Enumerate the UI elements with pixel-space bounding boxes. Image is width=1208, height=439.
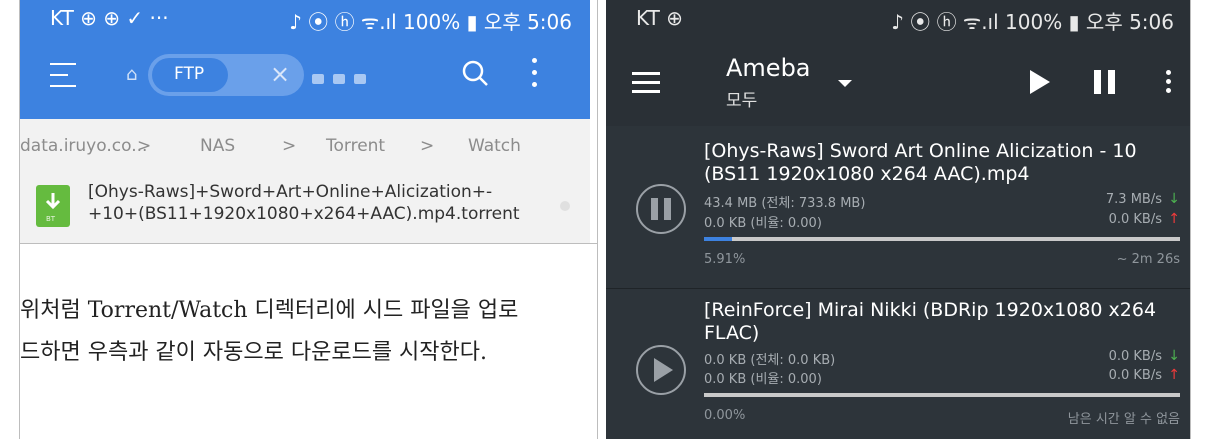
caption-line1: 위처럼 Torrent/Watch 디렉터리에 시드 파일을 업로 xyxy=(20,298,519,323)
eta: 남은 시간 알 수 없음 xyxy=(1067,412,1180,427)
caption-text: 위처럼 Torrent/Watch 디렉터리에 시드 파일을 업로 드하면 우측… xyxy=(20,290,590,374)
status-carrier: KT ⊕ ⊕ ✓ ··· xyxy=(50,6,169,30)
progress-bar xyxy=(704,237,1180,241)
menu-icon[interactable] xyxy=(632,72,660,99)
breadcrumb-item[interactable]: NAS xyxy=(200,136,235,156)
upload-rate: 0.0 KB/s xyxy=(1108,212,1162,227)
more-icon[interactable] xyxy=(1166,70,1171,97)
progress-bar xyxy=(704,393,1180,397)
breadcrumb: data.iruyo.co... > NAS > Torrent > Watch xyxy=(20,119,590,171)
torrent-size: 43.4 MB (전체: 733.8 MB) xyxy=(704,196,866,211)
status-indicators: ♪ ⦿ ⓗ ᯤ.ıl 100% ▮ 오후 5:06 xyxy=(289,10,572,34)
menu-icon[interactable] xyxy=(50,63,76,87)
breadcrumb-item[interactable]: Torrent xyxy=(326,136,385,156)
progress-fill xyxy=(704,237,733,241)
torrent-item[interactable]: [ReinForce] Mirai Nikki (BDRip 1920x1080… xyxy=(606,289,1190,439)
status-indicators: ♪ ⦿ ⓗ ᯤ.ıl 100% ▮ 오후 5:06 xyxy=(891,10,1174,34)
tab-ftp-label: FTP xyxy=(174,64,205,84)
torrent-ratio-row: 0.0 KB (비율: 0.00) 0.0 KB/s ↑ xyxy=(704,367,1180,387)
other-tabs[interactable] xyxy=(312,69,375,88)
close-icon[interactable]: × xyxy=(270,60,290,88)
home-icon[interactable]: ⌂ xyxy=(126,66,144,84)
border-middle xyxy=(597,0,598,439)
file-name-line1: [Ohys-Raws]+Sword+Art+Online+Alicization… xyxy=(88,182,493,202)
progress-percent: 0.00% xyxy=(704,408,746,423)
torrent-item[interactable]: [Ohys-Raws] Sword Art Online Alicization… xyxy=(606,126,1190,288)
torrent-client-screen: KT ⊕ ♪ ⦿ ⓗ ᯤ.ıl 100% ▮ 오후 5:06 Ameba 모두 … xyxy=(606,0,1190,439)
progress-percent: 5.91% xyxy=(704,252,746,267)
more-icon[interactable] xyxy=(532,58,538,90)
breadcrumb-separator: > xyxy=(420,136,435,156)
download-arrow-icon: ↓ xyxy=(1168,191,1180,207)
torrent-ratio-row: 0.0 KB (비율: 0.00) 0.0 KB/s ↑ xyxy=(704,211,1180,231)
download-arrow-icon: ↓ xyxy=(1168,348,1180,364)
breadcrumb-item[interactable]: Watch xyxy=(468,136,521,156)
dropdown-icon[interactable] xyxy=(838,80,852,87)
download-rate: 0.0 KB/s xyxy=(1108,349,1162,364)
torrent-ratio: 0.0 KB (비율: 0.00) xyxy=(704,216,822,231)
file-explorer-screen: KT ⊕ ⊕ ✓ ··· ♪ ⦿ ⓗ ᯤ.ıl 100% ▮ 오후 5:06 ⌂… xyxy=(20,0,590,243)
torrent-name: [Ohys-Raws] Sword Art Online Alicization… xyxy=(704,140,1137,185)
filter-subtitle: 모두 xyxy=(726,91,758,111)
eta: ~ 2m 26s xyxy=(1116,252,1180,267)
torrent-size: 0.0 KB (전체: 0.0 KB) xyxy=(704,353,836,368)
breadcrumb-item[interactable]: data.iruyo.co... xyxy=(20,136,147,156)
torrent-size-row: 0.0 KB (전체: 0.0 KB) 0.0 KB/s ↓ xyxy=(704,348,1180,368)
page-title: Ameba xyxy=(726,54,811,82)
torrent-footer: 0.00% 남은 시간 알 수 없음 xyxy=(704,408,1180,427)
search-icon[interactable] xyxy=(460,58,490,88)
torrent-file-icon: BT xyxy=(36,185,70,227)
caption-line2: 드하면 우측과 같이 자동으로 다운로드를 시작한다. xyxy=(20,340,488,365)
status-bar: KT ⊕ ♪ ⦿ ⓗ ᯤ.ıl 100% ▮ 오후 5:06 xyxy=(606,0,1190,36)
toolbar: ⌂ FTP × xyxy=(20,36,590,119)
status-carrier: KT ⊕ xyxy=(636,6,683,30)
pause-icon xyxy=(651,198,671,220)
toolbar: Ameba 모두 xyxy=(606,36,1190,126)
torrent-ratio: 0.0 KB (비율: 0.00) xyxy=(704,372,822,387)
upload-arrow-icon: ↑ xyxy=(1168,367,1180,383)
play-icon xyxy=(654,358,673,382)
status-bar: KT ⊕ ⊕ ✓ ··· ♪ ⦿ ⓗ ᯤ.ıl 100% ▮ 오후 5:06 xyxy=(20,0,590,36)
torrent-name: [ReinForce] Mirai Nikki (BDRip 1920x1080… xyxy=(704,299,1157,344)
file-name: [Ohys-Raws]+Sword+Art+Online+Alicization… xyxy=(88,181,548,225)
file-name-line2: +10+(BS11+1920x1080+x264+AAC).mp4.torren… xyxy=(88,204,520,224)
selection-indicator[interactable] xyxy=(560,201,570,211)
breadcrumb-separator: > xyxy=(137,136,152,156)
torrent-size-row: 43.4 MB (전체: 733.8 MB) 7.3 MB/s ↓ xyxy=(704,191,1180,211)
play-icon[interactable] xyxy=(1030,70,1050,94)
pause-icon[interactable] xyxy=(1094,70,1116,94)
download-rate: 7.3 MB/s xyxy=(1105,192,1162,207)
border-row xyxy=(19,243,598,244)
play-button[interactable] xyxy=(636,345,686,395)
torrent-footer: 5.91% ~ 2m 26s xyxy=(704,252,1180,267)
file-icon-label: BT xyxy=(46,215,56,223)
list-item[interactable]: BT [Ohys-Raws]+Sword+Art+Online+Alicizat… xyxy=(20,171,590,243)
upload-arrow-icon: ↑ xyxy=(1168,211,1180,227)
tab-ftp[interactable]: FTP × xyxy=(148,54,304,96)
pause-button[interactable] xyxy=(636,184,686,234)
breadcrumb-separator: > xyxy=(282,136,297,156)
upload-rate: 0.0 KB/s xyxy=(1108,368,1162,383)
border-right xyxy=(1190,0,1191,439)
